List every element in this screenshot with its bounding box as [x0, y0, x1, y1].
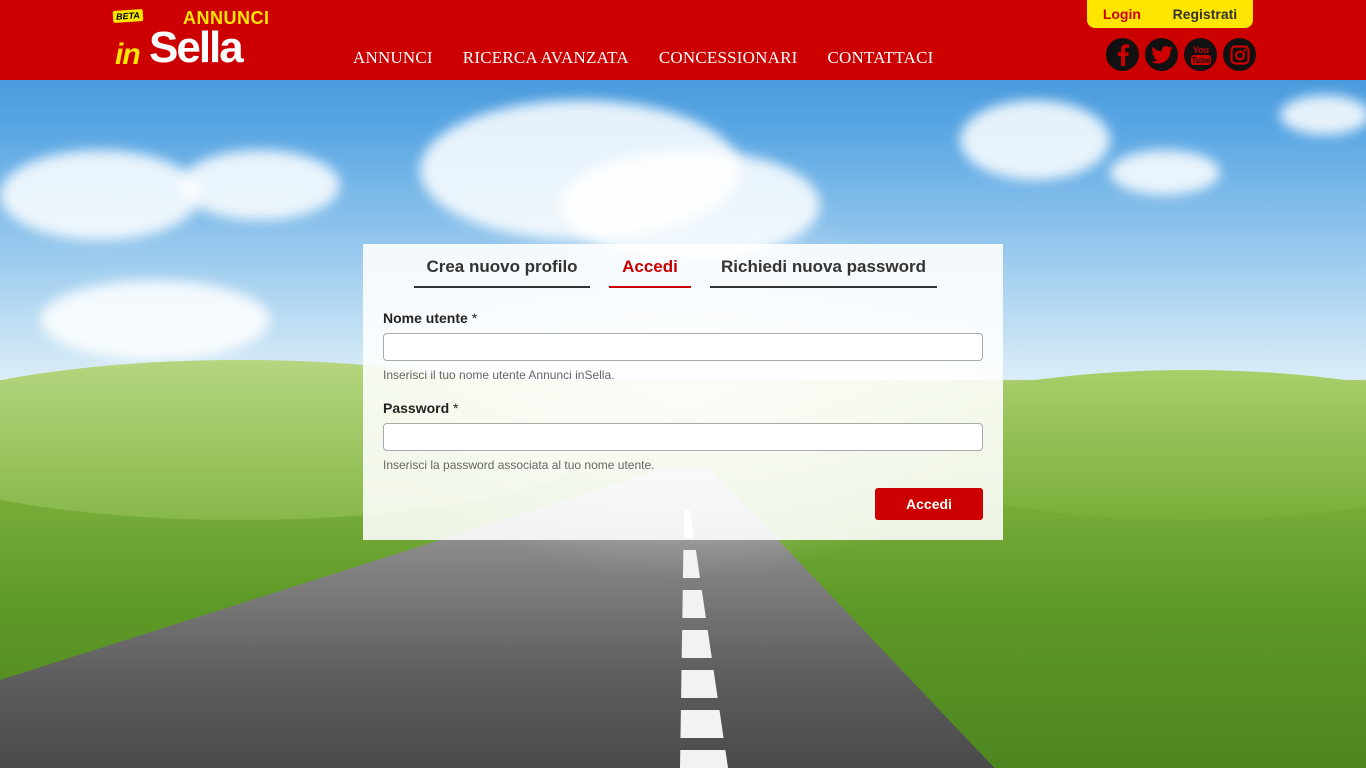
cloud: [1110, 150, 1220, 195]
cloud: [180, 150, 340, 220]
cloud: [0, 150, 200, 240]
svg-text:Tube: Tube: [1191, 56, 1210, 65]
youtube-icon[interactable]: You Tube: [1184, 38, 1217, 71]
cloud: [1280, 95, 1366, 135]
password-label-text: Password: [383, 400, 450, 416]
cloud: [40, 280, 270, 360]
site-logo[interactable]: BETA ANNUNCI in Sella: [112, 8, 278, 72]
login-panel: Crea nuovo profilo Accedi Richiedi nuova…: [363, 244, 1003, 540]
username-label-text: Nome utente: [383, 310, 468, 326]
login-link[interactable]: Login: [1103, 6, 1141, 22]
tab-create-profile[interactable]: Crea nuovo profilo: [414, 244, 590, 288]
logo-sella-text: Sella: [149, 23, 244, 72]
nav-annunci[interactable]: ANNUNCI: [353, 48, 433, 68]
main-nav: ANNUNCI RICERCA AVANZATA CONCESSIONARI C…: [353, 48, 963, 68]
cloud: [960, 100, 1110, 180]
nav-contattaci[interactable]: CONTATTACI: [827, 48, 933, 68]
logo-in-text: in: [115, 38, 141, 71]
nav-concessionari[interactable]: CONCESSIONARI: [659, 48, 798, 68]
svg-text:You: You: [1192, 45, 1208, 55]
username-help: Inserisci il tuo nome utente Annunci inS…: [383, 368, 615, 382]
social-links: You Tube: [1106, 38, 1256, 71]
username-required-mark: *: [471, 310, 478, 326]
twitter-icon[interactable]: [1145, 38, 1178, 71]
account-tabs: Crea nuovo profilo Accedi Richiedi nuova…: [363, 244, 1003, 288]
password-label: Password *: [383, 400, 458, 416]
auth-box: Login Registrati: [1087, 0, 1253, 28]
password-input[interactable]: [383, 423, 983, 451]
nav-ricerca-avanzata[interactable]: RICERCA AVANZATA: [463, 48, 629, 68]
password-required-mark: *: [453, 400, 459, 416]
facebook-icon[interactable]: [1106, 38, 1139, 71]
instagram-icon[interactable]: [1223, 38, 1256, 71]
login-submit-button[interactable]: Accedi: [875, 488, 983, 520]
tab-request-password[interactable]: Richiedi nuova password: [710, 244, 937, 288]
username-label: Nome utente *: [383, 310, 477, 326]
site-header: BETA ANNUNCI in Sella ANNUNCI RICERCA AV…: [0, 0, 1366, 80]
password-help: Inserisci la password associata al tuo n…: [383, 458, 655, 472]
tab-login[interactable]: Accedi: [609, 244, 691, 288]
logo-beta-badge: BETA: [112, 8, 144, 24]
register-link[interactable]: Registrati: [1173, 6, 1238, 22]
username-input[interactable]: [383, 333, 983, 361]
